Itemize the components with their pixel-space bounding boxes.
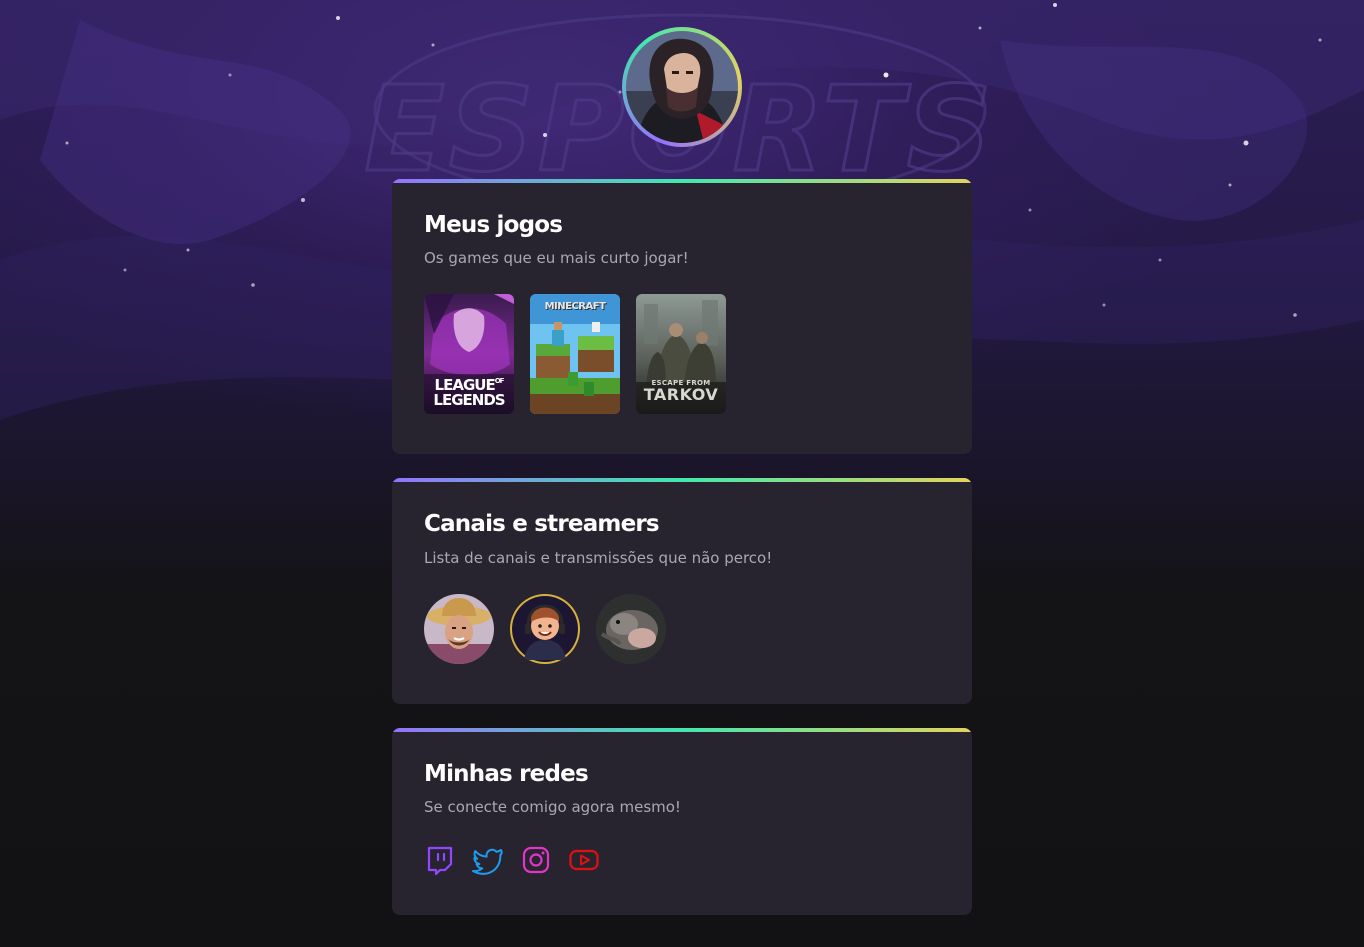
minecraft-title: MINECRAFT [544, 301, 606, 312]
streamer-avatar-straw-hat [424, 594, 494, 664]
instagram-link[interactable] [520, 844, 552, 876]
streamers-card: Canais e streamers Lista de canais e tra… [392, 478, 972, 704]
streamer-avatar-2[interactable] [510, 594, 580, 664]
social-card-title: Minhas redes [424, 761, 589, 787]
streamers-card-subtitle: Lista de canais e transmissões que não p… [424, 549, 773, 567]
twitter-icon [472, 848, 503, 875]
streamer-avatar-cartoon-headset [512, 596, 578, 662]
youtube-icon [569, 849, 599, 871]
streamer-avatar-animal [596, 594, 666, 664]
streamers-list [424, 594, 666, 664]
youtube-link[interactable] [568, 844, 600, 876]
social-card: Minhas redes Se conecte comigo agora mes… [392, 728, 972, 915]
streamer-avatar-1[interactable] [424, 594, 494, 664]
games-list: LEAGUEOF LEGENDS MINECRAFT ESCAPE FROM T… [424, 294, 726, 414]
streamer-avatar-3[interactable] [596, 594, 666, 664]
minecraft-art [530, 294, 620, 414]
lol-title-of: OF [494, 377, 505, 385]
games-card-title: Meus jogos [424, 212, 563, 238]
streamers-card-title: Canais e streamers [424, 511, 660, 537]
hooded-character-avatar [626, 31, 738, 143]
game-cover-escape-from-tarkov[interactable]: ESCAPE FROM TARKOV [636, 294, 726, 414]
social-links [424, 844, 600, 876]
social-card-subtitle: Se conecte comigo agora mesmo! [424, 798, 681, 816]
games-card: Meus jogos Os games que eu mais curto jo… [392, 179, 972, 454]
twitch-link[interactable] [424, 844, 456, 876]
games-card-subtitle: Os games que eu mais curto jogar! [424, 249, 689, 267]
twitter-link[interactable] [472, 844, 504, 876]
twitch-icon [427, 846, 453, 876]
profile-avatar [626, 31, 738, 143]
tarkov-title-line2: TARKOV [643, 385, 719, 404]
game-cover-minecraft[interactable]: MINECRAFT [530, 294, 620, 414]
lol-title-line2: LEGENDS [433, 391, 505, 409]
profile-avatar-ring [622, 27, 742, 147]
game-cover-league-of-legends[interactable]: LEAGUEOF LEGENDS [424, 294, 514, 414]
instagram-icon [522, 846, 550, 874]
